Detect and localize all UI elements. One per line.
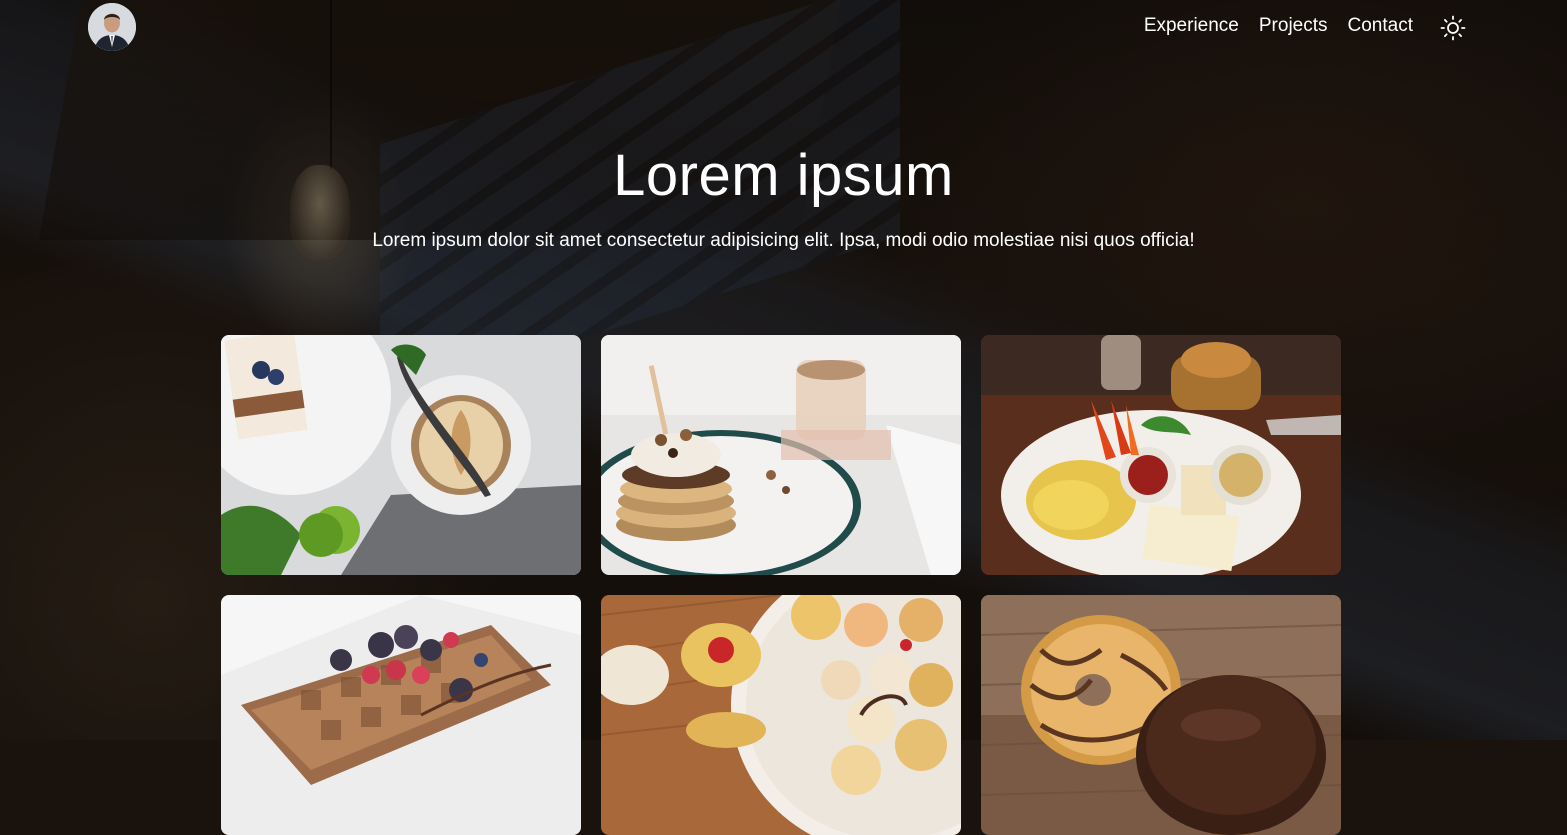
gallery-card[interactable] [601, 335, 961, 575]
gallery-card[interactable] [601, 595, 961, 835]
page-subtitle: Lorem ipsum dolor sit amet consectetur a… [372, 230, 1195, 251]
waffle-with-berries-photo-icon [221, 595, 581, 835]
breakfast-plate-photo-icon [981, 335, 1341, 575]
site-header: Experience Projects Contact [0, 0, 1567, 56]
nav-link-projects[interactable]: Projects [1259, 15, 1328, 37]
profile-photo-icon [88, 3, 136, 51]
nav-link-experience[interactable]: Experience [1144, 15, 1239, 37]
pancake-stack-photo-icon [601, 335, 961, 575]
nav-link-contact[interactable]: Contact [1348, 15, 1413, 37]
cake-and-latte-photo-icon [221, 335, 581, 575]
main-nav: Experience Projects Contact [1144, 15, 1413, 37]
theme-toggle-button[interactable] [1440, 15, 1466, 41]
gallery-card[interactable] [981, 595, 1341, 835]
page-title: Lorem ipsum [613, 143, 954, 208]
sun-icon [1440, 15, 1466, 41]
gallery-card[interactable] [221, 335, 581, 575]
donuts-photo-icon [981, 595, 1341, 835]
gallery-card[interactable] [221, 595, 581, 835]
cookies-plate-photo-icon [601, 595, 961, 835]
gallery-card[interactable] [981, 335, 1341, 575]
avatar[interactable] [88, 3, 136, 51]
food-gallery [221, 335, 1341, 835]
